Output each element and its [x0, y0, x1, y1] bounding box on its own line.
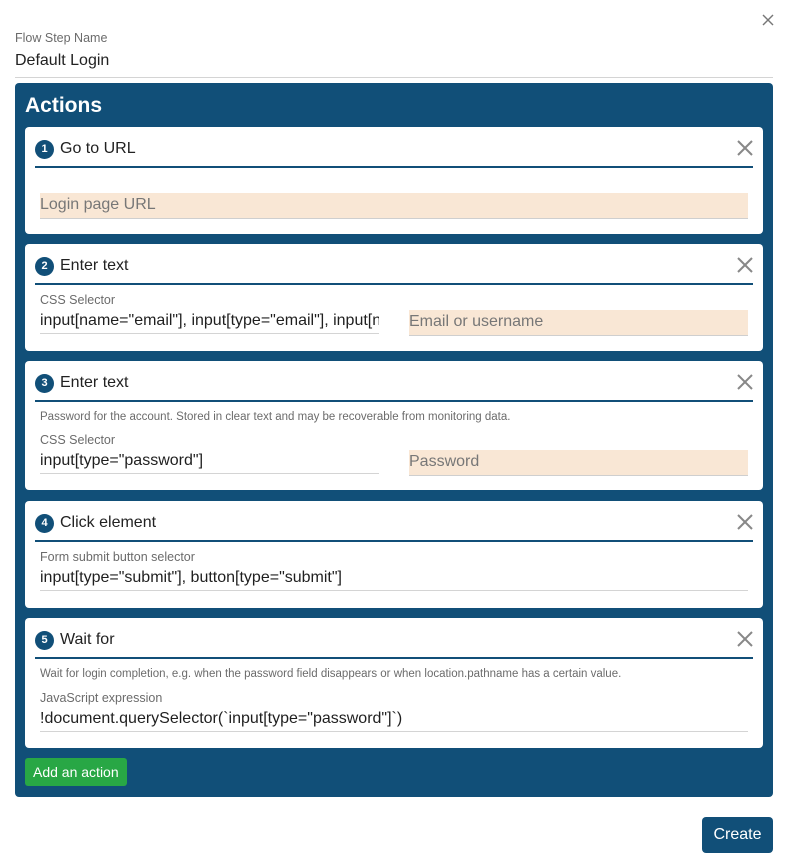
remove-action-button[interactable]	[737, 257, 753, 273]
submit-selector-input[interactable]: input[type="submit"], button[type="submi…	[40, 565, 748, 591]
action-card-go-to-url: 1 Go to URL Login page URL	[25, 127, 763, 234]
css-selector-input[interactable]: input[type="password"]	[40, 448, 379, 474]
create-button[interactable]: Create	[702, 817, 773, 853]
close-icon	[762, 14, 774, 26]
action-title: Wait for	[60, 631, 115, 648]
close-icon	[737, 374, 753, 390]
css-selector-label: CSS Selector	[40, 433, 116, 447]
flow-step-name-field: Flow Step Name Default Login	[15, 30, 773, 78]
action-card-enter-password: 3 Enter text Password for the account. S…	[25, 361, 763, 490]
javascript-expression-label: JavaScript expression	[40, 691, 163, 705]
action-title: Go to URL	[60, 140, 136, 157]
actions-heading: Actions	[25, 94, 103, 117]
action-card-header: 4 Click element	[35, 501, 753, 542]
step-number-badge: 5	[35, 631, 54, 650]
close-dialog-button[interactable]	[760, 12, 776, 28]
actions-panel: Actions 1 Go to URL Login page URL 2 Ent…	[15, 83, 773, 797]
close-icon	[737, 514, 753, 530]
login-url-input[interactable]: Login page URL	[40, 193, 748, 219]
flow-step-name-input[interactable]: Default Login	[15, 46, 773, 78]
close-icon	[737, 257, 753, 273]
action-title: Click element	[60, 514, 157, 531]
remove-action-button[interactable]	[737, 140, 753, 156]
action-card-wait-for: 5 Wait for Wait for login completion, e.…	[25, 618, 763, 748]
submit-selector-label: Form submit button selector	[40, 550, 195, 564]
action-card-header: 1 Go to URL	[35, 127, 753, 168]
password-hint: Password for the account. Stored in clea…	[40, 411, 511, 423]
close-icon	[737, 140, 753, 156]
step-number-badge: 1	[35, 140, 54, 159]
remove-action-button[interactable]	[737, 514, 753, 530]
wait-for-hint: Wait for login completion, e.g. when the…	[40, 668, 622, 680]
action-card-enter-email: 2 Enter text CSS Selector input[name="em…	[25, 244, 763, 351]
action-title: Enter text	[60, 374, 129, 391]
css-selector-input[interactable]: input[name="email"], input[type="email"]…	[40, 308, 379, 334]
action-card-click-element: 4 Click element Form submit button selec…	[25, 501, 763, 608]
javascript-expression-input[interactable]: !document.querySelector(`input[type="pas…	[40, 706, 748, 732]
remove-action-button[interactable]	[737, 374, 753, 390]
close-icon	[737, 631, 753, 647]
action-title: Enter text	[60, 257, 129, 274]
email-username-input[interactable]: Email or username	[409, 310, 748, 336]
css-selector-label: CSS Selector	[40, 293, 116, 307]
step-number-badge: 2	[35, 257, 54, 276]
flow-step-name-label: Flow Step Name	[15, 31, 108, 45]
step-number-badge: 4	[35, 514, 54, 533]
remove-action-button[interactable]	[737, 631, 753, 647]
add-action-button[interactable]: Add an action	[25, 758, 127, 786]
action-card-header: 5 Wait for	[35, 618, 753, 659]
action-card-header: 2 Enter text	[35, 244, 753, 285]
action-card-header: 3 Enter text	[35, 361, 753, 402]
step-number-badge: 3	[35, 374, 54, 393]
password-input[interactable]: Password	[409, 450, 748, 476]
